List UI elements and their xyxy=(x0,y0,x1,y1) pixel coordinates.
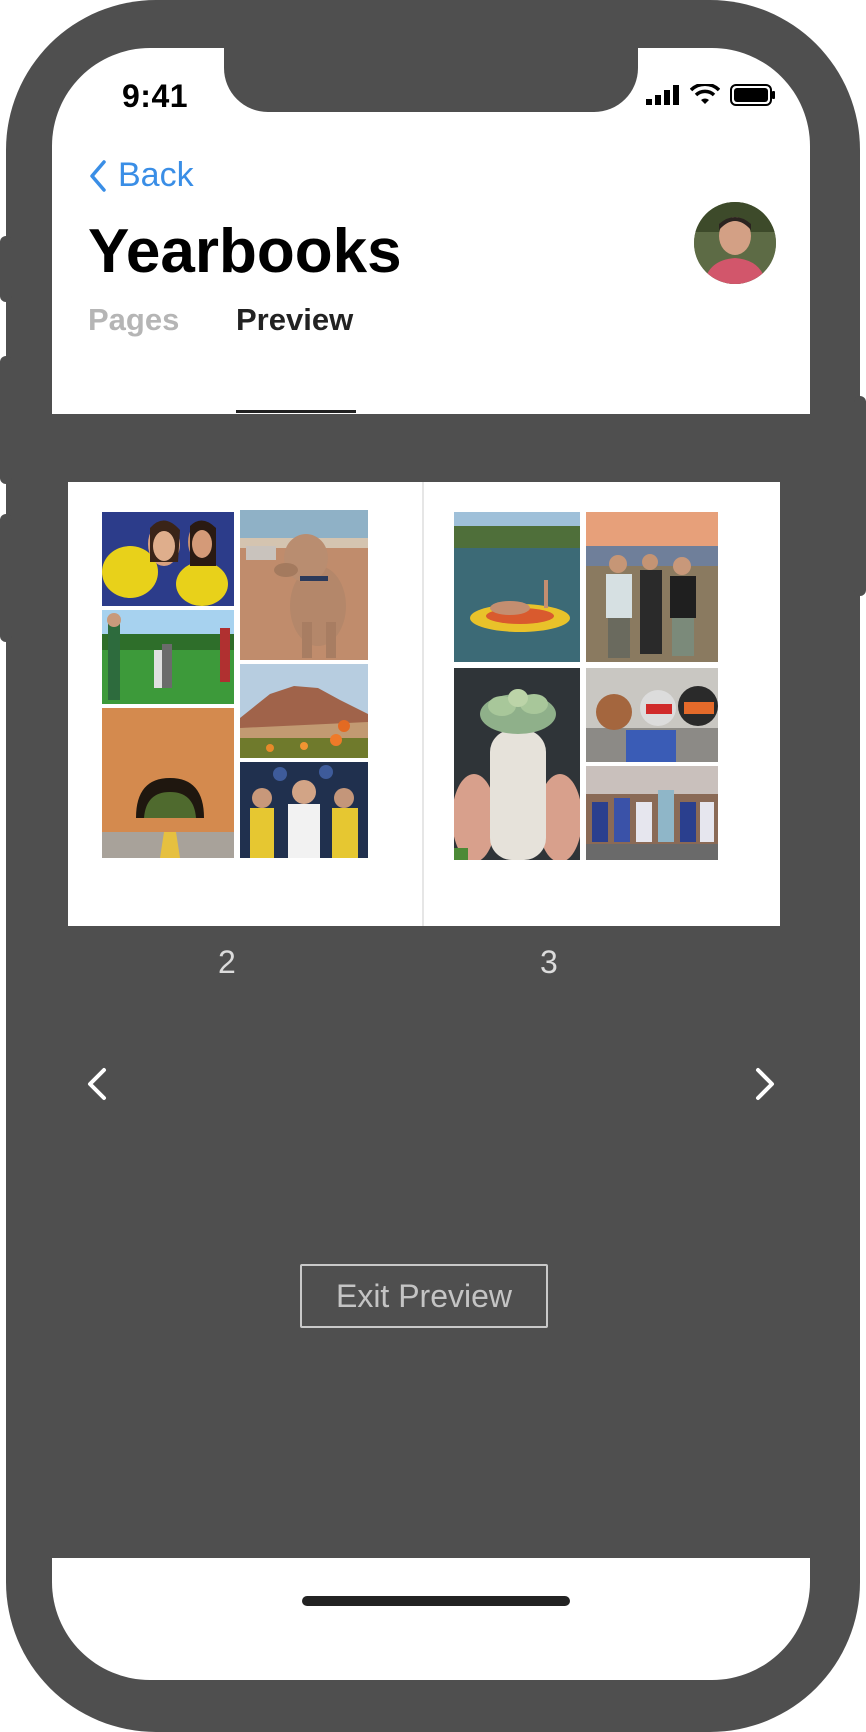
signal-icon xyxy=(646,85,679,105)
photo-rock-tunnel-road[interactable] xyxy=(102,708,234,858)
side-button-volume-down xyxy=(0,514,12,642)
tab-preview[interactable]: Preview xyxy=(236,302,353,338)
battery-icon xyxy=(730,84,775,106)
wifi-icon xyxy=(690,84,720,104)
avatar[interactable] xyxy=(694,202,776,284)
photo-dog-on-beach[interactable] xyxy=(240,510,368,660)
home-indicator[interactable] xyxy=(302,1596,570,1606)
spread-fold xyxy=(422,482,424,926)
next-page-button[interactable] xyxy=(746,1054,786,1114)
tab-pages[interactable]: Pages xyxy=(88,302,179,338)
side-button-power xyxy=(854,396,866,596)
photo-basketball-crowd[interactable] xyxy=(240,762,368,858)
status-time: 9:41 xyxy=(122,78,189,114)
chevron-left-icon xyxy=(90,159,106,192)
photo-paw-sign-friends[interactable] xyxy=(102,512,234,606)
chevron-left-icon xyxy=(88,1068,106,1100)
exit-preview-button[interactable]: Exit Preview xyxy=(300,1264,548,1328)
back-label: Back xyxy=(118,156,194,194)
page-title: Yearbooks xyxy=(88,217,402,286)
photo-cheerleaders[interactable] xyxy=(586,766,718,860)
chevron-right-icon xyxy=(756,1068,774,1100)
avatar-photo xyxy=(694,202,776,284)
status-icons xyxy=(646,84,776,106)
page-number-right: 3 xyxy=(540,944,558,980)
notch xyxy=(224,48,638,112)
preview-area: 2 3 Exit Preview xyxy=(52,414,810,1558)
side-button-volume-up xyxy=(0,356,12,484)
photo-lake-float[interactable] xyxy=(454,512,580,662)
photo-succulent-pot[interactable] xyxy=(454,668,580,860)
photo-ski-selfie[interactable] xyxy=(586,668,718,762)
yearbook-spread xyxy=(68,482,780,926)
side-button-mute xyxy=(0,236,12,302)
back-button[interactable]: Back xyxy=(88,156,194,195)
photo-sunset-friends[interactable] xyxy=(586,512,718,662)
photo-mountain-wildflowers[interactable] xyxy=(240,664,368,758)
previous-page-button[interactable] xyxy=(76,1054,116,1114)
screen: 9:41 Back Yearbooks Pages Preview 2 3 Ex… xyxy=(52,48,810,1680)
page-number-left: 2 xyxy=(218,944,236,980)
photo-golf-green[interactable] xyxy=(102,610,234,704)
tab-active-indicator xyxy=(236,410,356,413)
